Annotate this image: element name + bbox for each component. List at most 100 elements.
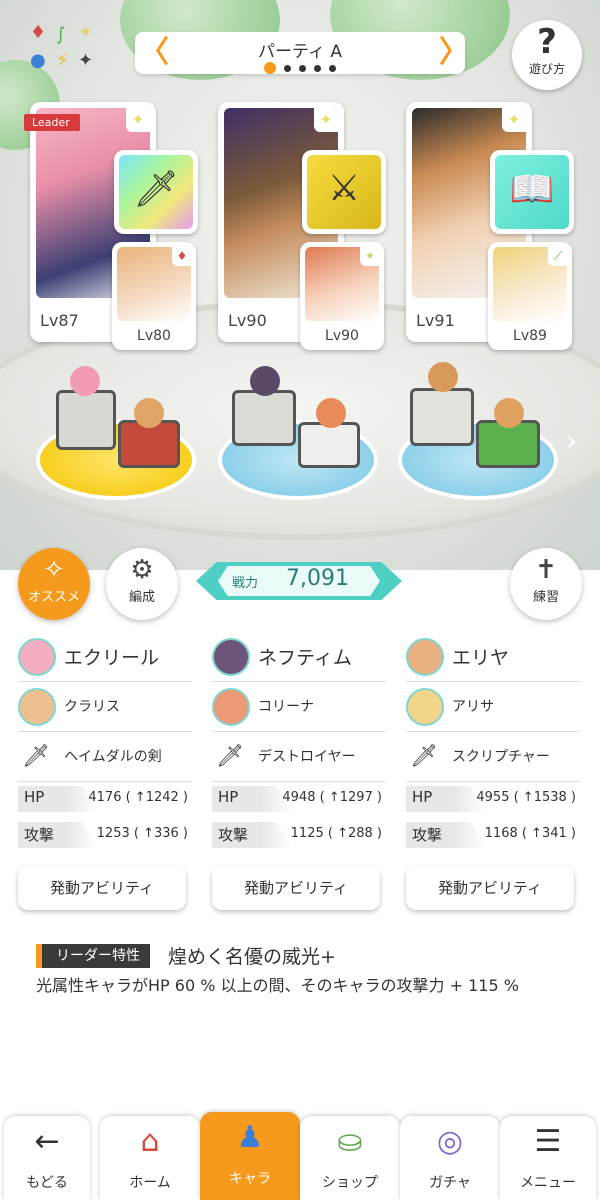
weapon-row[interactable]: 🗡 デストロイヤー xyxy=(212,732,386,782)
sub-member-level: Lv90 xyxy=(325,328,359,344)
element-icons: ♦ ∫ ✦ ● ⚡ ✦ xyxy=(26,24,106,80)
weapon-slot[interactable]: 🗡 xyxy=(114,150,198,234)
stone-block xyxy=(232,390,296,446)
wind-icon: ∫ xyxy=(56,24,66,45)
nav-label: ショップ xyxy=(322,1175,378,1191)
hp-stat: HP 4955 ( ↑1538 ) xyxy=(406,782,580,818)
main-character-name: エクリール xyxy=(64,647,160,669)
sub-member-slot[interactable]: ⟋ Lv89 xyxy=(488,242,572,350)
attack-label: 攻撃 xyxy=(218,826,249,844)
practice-button[interactable]: ✝ 練習 xyxy=(510,548,582,620)
hp-value: 4176 ( ↑1242 ) xyxy=(88,790,188,805)
stone-block xyxy=(56,390,116,450)
team-power: 戦力 7,091 xyxy=(196,562,402,600)
sub-character-row[interactable]: アリサ xyxy=(406,682,580,732)
weapon-name: デストロイヤー xyxy=(258,749,356,765)
attack-label: 攻撃 xyxy=(24,826,55,844)
question-icon: ? xyxy=(537,22,557,62)
member-card-1[interactable]: ✦ Lv87 Leader 🗡 ♦ Lv80 xyxy=(24,102,198,350)
weapon-slot[interactable]: 📖 xyxy=(490,150,574,234)
member-card-2[interactable]: ✦ Lv90 ⚔ ✦ Lv90 xyxy=(218,102,386,350)
party-title: パーティ A xyxy=(257,42,342,62)
stone-block xyxy=(298,422,360,468)
nav-home[interactable]: ⌂ ホーム xyxy=(100,1116,200,1200)
practice-label: 練習 xyxy=(532,590,559,605)
sub-character-row[interactable]: コリーナ xyxy=(212,682,386,732)
sword-icon: 🗡 xyxy=(22,744,50,769)
page-dot[interactable] xyxy=(284,64,291,72)
attack-stat: 攻撃 1125 ( ↑288 ) xyxy=(212,818,386,854)
nav-label: キャラ xyxy=(229,1171,271,1187)
chibi-character xyxy=(494,398,524,428)
book-icon: 📖 xyxy=(509,169,555,210)
main-character-row[interactable]: エリヤ xyxy=(406,632,580,682)
character-face-icon xyxy=(406,638,444,676)
member-column-2: ネフティム コリーナ 🗡 デストロイヤー HP 4948 ( ↑1297 ) 攻… xyxy=(212,632,386,854)
sub-member-slot[interactable]: ♦ Lv80 xyxy=(112,242,196,350)
main-character-row[interactable]: ネフティム xyxy=(212,632,386,682)
help-label: 遊び方 xyxy=(528,62,565,76)
member-card-3[interactable]: ✦ Lv91 📖 ⟋ Lv89 xyxy=(406,102,574,350)
hp-label: HP xyxy=(218,788,239,806)
nav-label: もどる xyxy=(26,1175,68,1191)
character-face-icon xyxy=(18,638,56,676)
stone-block xyxy=(410,388,474,446)
chibi-character xyxy=(134,398,164,428)
recommend-button[interactable]: ✧ オススメ xyxy=(18,548,90,620)
formation-label: 編成 xyxy=(128,590,155,605)
sub-member-level: Lv80 xyxy=(137,328,171,344)
leader-skill-name: 煌めく名優の威光+ xyxy=(168,946,336,968)
nav-back[interactable]: ← もどる xyxy=(4,1116,90,1200)
weapon-row[interactable]: 🗡 ヘイムダルの剣 xyxy=(18,732,192,782)
gacha-icon: ◎ xyxy=(436,1124,464,1159)
nav-menu[interactable]: ☰ メニュー xyxy=(500,1116,596,1200)
light-icon: ✦ xyxy=(78,22,94,43)
sub-character-name: クラリス xyxy=(64,699,120,715)
hp-label: HP xyxy=(24,788,45,806)
leader-badge: Leader xyxy=(24,114,80,131)
thunder-icon: ⚡ xyxy=(56,50,69,71)
menu-icon: ☰ xyxy=(534,1124,562,1159)
page-dot[interactable] xyxy=(264,62,276,74)
sword-icon: 🗡 xyxy=(410,744,438,769)
character-face-icon xyxy=(406,688,444,726)
attack-value: 1168 ( ↑341 ) xyxy=(484,826,576,841)
ability-button-3[interactable]: 発動アビリティ xyxy=(406,866,574,910)
member-level: Lv91 xyxy=(416,311,455,330)
sub-character-name: アリサ xyxy=(452,699,494,715)
fire-element-icon: ♦ xyxy=(172,246,192,266)
nav-shop[interactable]: ⛀ ショップ xyxy=(300,1116,400,1200)
sword-icon: 🗡 xyxy=(133,169,179,210)
main-character-row[interactable]: エクリール xyxy=(18,632,192,682)
nav-gacha[interactable]: ◎ ガチャ xyxy=(400,1116,500,1200)
page-dot[interactable] xyxy=(314,64,321,72)
fire-icon: ♦ xyxy=(30,22,47,43)
nav-character[interactable]: ♟ キャラ xyxy=(200,1112,300,1200)
leader-skill-tag: リーダー特性 xyxy=(36,944,150,968)
hp-value: 4955 ( ↑1538 ) xyxy=(476,790,576,805)
ability-button-2[interactable]: 発動アビリティ xyxy=(212,866,380,910)
party-page-indicator xyxy=(135,62,465,74)
ability-button-1[interactable]: 発動アビリティ xyxy=(18,866,186,910)
page-dot[interactable] xyxy=(329,64,336,72)
attack-label: 攻撃 xyxy=(412,826,443,844)
recommend-label: オススメ xyxy=(27,590,80,605)
attack-stat: 攻撃 1168 ( ↑341 ) xyxy=(406,818,580,854)
weapon-name: スクリプチャー xyxy=(452,749,550,765)
hp-stat: HP 4176 ( ↑1242 ) xyxy=(18,782,192,818)
sub-character-row[interactable]: クラリス xyxy=(18,682,192,732)
power-label: 戦力 xyxy=(232,576,259,591)
sub-member-slot[interactable]: ✦ Lv90 xyxy=(300,242,384,350)
party-scene: ♦ ∫ ✦ ● ⚡ ✦ 〈 パーティ A 〉 ? 遊び方 ✦ Lv87 Lead… xyxy=(0,0,600,570)
formation-button[interactable]: ⚙ 編成 xyxy=(106,548,178,620)
character-face-icon xyxy=(212,638,250,676)
weapon-slot[interactable]: ⚔ xyxy=(302,150,386,234)
help-button[interactable]: ? 遊び方 xyxy=(512,20,582,90)
weapon-row[interactable]: 🗡 スクリプチャー xyxy=(406,732,580,782)
member-level: Lv87 xyxy=(40,311,79,330)
page-dot[interactable] xyxy=(299,64,306,72)
attack-stat: 攻撃 1253 ( ↑336 ) xyxy=(18,818,192,854)
member-level: Lv90 xyxy=(228,311,267,330)
character-icon: ♟ xyxy=(236,1120,264,1155)
chevron-right-icon[interactable]: › xyxy=(566,424,577,457)
